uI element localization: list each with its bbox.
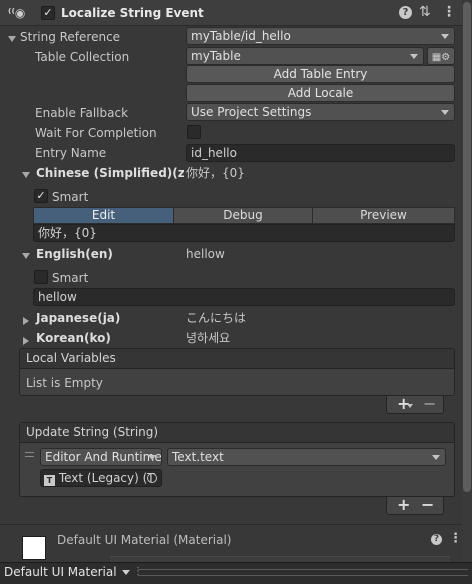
entry-name-field[interactable]: id_hello xyxy=(186,144,455,162)
add-table-entry-button[interactable]: Add Table Entry xyxy=(186,65,455,83)
function-value: Text.text xyxy=(172,450,224,464)
material-help-icon[interactable]: ? xyxy=(431,534,442,545)
table-window-button[interactable]: ▦⚙ xyxy=(427,47,455,65)
more-options-icon[interactable]: ⋮ xyxy=(442,3,456,21)
text-component-icon: T xyxy=(44,475,55,486)
locale-chinese-text-area[interactable]: 你好，{0} xyxy=(33,224,455,242)
component-title: Localize String Event xyxy=(61,6,204,20)
locale-english-name: English(en) xyxy=(36,247,113,261)
target-object-value: Text (Legacy) (T xyxy=(58,471,155,485)
add-locale-button[interactable]: Add Locale xyxy=(186,84,455,102)
footer-material-label: Default UI Material xyxy=(4,565,117,579)
dropdown-arrow-icon xyxy=(441,34,449,39)
entry-name-label: Entry Name xyxy=(35,146,107,160)
preset-icon[interactable]: ⇅ xyxy=(419,3,433,21)
locale-chinese-smart-checkbox[interactable]: ✓ xyxy=(34,189,48,203)
material-more-icon[interactable]: ⋮ xyxy=(449,531,462,547)
table-collection-label: Table Collection xyxy=(35,50,130,64)
material-divider xyxy=(0,524,462,525)
remove-variable-button[interactable]: − xyxy=(423,394,436,413)
dropdown-arrow-icon xyxy=(410,54,418,59)
locale-chinese-smart-label: Smart xyxy=(52,190,89,204)
remove-listener-button[interactable]: − xyxy=(421,495,434,514)
component-enabled-checkbox[interactable]: ✓ xyxy=(41,6,55,20)
locale-japanese-name: Japanese(ja) xyxy=(36,311,121,325)
locale-english-smart-checkbox[interactable] xyxy=(34,270,48,284)
dropdown-arrow-icon xyxy=(441,110,449,115)
runtime-value: Editor And Runtime xyxy=(45,450,162,464)
footer-dropdown-arrow-icon xyxy=(122,570,131,575)
enable-fallback-dropdown[interactable]: Use Project Settings xyxy=(186,103,455,121)
wait-for-completion-checkbox[interactable] xyxy=(187,125,201,139)
drag-handle[interactable] xyxy=(25,452,34,457)
tab-edit[interactable]: Edit xyxy=(33,207,174,224)
locale-japanese-foldout[interactable] xyxy=(23,313,29,327)
foldout-closed-icon xyxy=(23,316,29,325)
component-icon: ⁽⁽◉ xyxy=(8,6,26,20)
foldout-open-icon xyxy=(22,252,30,259)
footer-dots-icon: ⋮ xyxy=(133,566,143,577)
foldout-closed-icon xyxy=(23,336,29,345)
runtime-dropdown[interactable]: Editor And Runtime xyxy=(40,448,162,466)
dropdown-arrow-icon xyxy=(432,455,440,460)
add-listener-button[interactable]: + xyxy=(397,495,410,514)
string-reference-foldout[interactable] xyxy=(8,31,16,45)
local-variables-empty-text: List is Empty xyxy=(26,376,103,390)
update-string-footer: + − xyxy=(386,495,444,515)
function-dropdown[interactable]: Text.text xyxy=(167,448,446,466)
table-icon: ▦⚙ xyxy=(431,52,451,63)
scrollbar-thumb[interactable] xyxy=(463,2,471,492)
footer-resize-handle[interactable] xyxy=(138,569,468,576)
locale-english-smart-label: Smart xyxy=(52,271,89,285)
add-variable-dropdown-icon[interactable] xyxy=(407,404,413,408)
local-variables-footer: + − xyxy=(386,394,444,414)
locale-english-text-area[interactable]: hellow xyxy=(33,288,455,306)
enable-fallback-value: Use Project Settings xyxy=(191,105,312,119)
material-title: Default UI Material (Material) xyxy=(57,533,232,547)
table-collection-dropdown[interactable]: myTable xyxy=(186,47,424,65)
material-preview-swatch xyxy=(22,536,46,560)
dropdown-arrow-icon xyxy=(148,455,156,460)
target-object-field[interactable]: T Text (Legacy) (T xyxy=(40,469,162,487)
local-variables-panel: Local Variables List is Empty xyxy=(19,348,455,396)
wait-for-completion-label: Wait For Completion xyxy=(35,126,157,140)
locale-english-preview: hellow xyxy=(186,247,225,261)
locale-japanese-preview: こんにちは xyxy=(186,311,247,325)
tab-preview[interactable]: Preview xyxy=(312,207,455,224)
help-icon[interactable]: ? xyxy=(399,6,412,19)
string-reference-label: String Reference xyxy=(20,30,121,44)
locale-english-foldout[interactable] xyxy=(22,248,30,262)
locale-chinese-preview: 你好，{0} xyxy=(186,166,245,180)
object-picker-icon[interactable] xyxy=(147,473,157,483)
foldout-open-icon xyxy=(8,35,16,42)
foldout-open-icon xyxy=(22,171,30,178)
update-string-title: Update String (String) xyxy=(20,423,454,443)
locale-chinese-name: Chinese (Simplified)(zl xyxy=(36,166,184,180)
string-reference-value: myTable/id_hello xyxy=(191,29,291,43)
locale-korean-preview: 녕하세요 xyxy=(186,331,231,345)
locale-chinese-foldout[interactable] xyxy=(22,167,30,181)
local-variables-title: Local Variables xyxy=(20,349,454,369)
enable-fallback-label: Enable Fallback xyxy=(35,106,129,120)
table-collection-value: myTable xyxy=(191,49,241,63)
locale-korean-foldout[interactable] xyxy=(23,333,29,347)
string-reference-dropdown[interactable]: myTable/id_hello xyxy=(186,27,455,45)
tab-debug[interactable]: Debug xyxy=(173,207,313,224)
footer-material-dropdown[interactable]: Default UI Material xyxy=(4,565,131,581)
locale-korean-name: Korean(ko) xyxy=(36,331,111,345)
